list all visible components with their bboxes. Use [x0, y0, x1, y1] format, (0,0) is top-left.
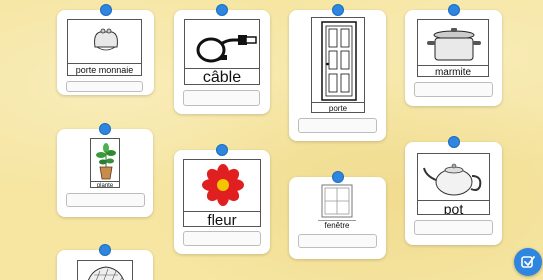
purse-icon	[94, 28, 118, 51]
answer-field[interactable]	[298, 118, 377, 133]
pin-icon	[216, 144, 228, 156]
card-porte[interactable]: porte	[289, 4, 386, 141]
pin-icon	[99, 4, 112, 16]
card-word: fleur	[184, 211, 260, 226]
plant-icon	[96, 143, 116, 180]
picture-frame: pot	[417, 153, 490, 215]
pattern-icon	[88, 266, 124, 280]
card-fenetre[interactable]: fenêtre	[289, 171, 386, 259]
picture-frame: porte	[311, 17, 365, 113]
door-icon	[321, 21, 357, 101]
card-word: porte	[312, 102, 364, 112]
picture-frame: fleur	[183, 159, 261, 227]
cable-icon	[196, 35, 257, 63]
card-word: câble	[185, 68, 259, 84]
picture-frame: plante	[90, 138, 120, 188]
card-pot[interactable]: pot	[405, 136, 502, 245]
card-cable[interactable]: câble	[174, 4, 270, 114]
answer-field[interactable]	[183, 231, 261, 246]
pin-icon	[447, 4, 460, 16]
check-icon	[521, 256, 535, 268]
picture-frame: porte monnaie	[67, 19, 142, 76]
card-word: fenêtre	[318, 220, 356, 229]
card-partial[interactable]	[57, 244, 153, 280]
card-word: porte monnaie	[68, 63, 141, 75]
pin-icon	[99, 244, 111, 256]
card-word: marmite	[418, 65, 488, 76]
answer-field[interactable]	[66, 193, 145, 207]
card-marmite[interactable]: marmite	[405, 4, 502, 106]
pin-icon	[447, 136, 460, 148]
answer-field[interactable]	[414, 82, 493, 97]
card-porte-monnaie[interactable]: porte monnaie	[57, 4, 154, 95]
card-plante[interactable]: plante	[57, 123, 153, 217]
pin-icon	[216, 4, 228, 16]
card-fleur[interactable]: fleur	[174, 144, 270, 254]
check-button[interactable]	[514, 248, 542, 276]
pin-icon	[99, 123, 111, 135]
pin-icon	[331, 171, 344, 183]
pot-icon	[427, 28, 481, 61]
picture-frame: fenêtre	[318, 183, 356, 229]
card-word: pot	[418, 200, 489, 214]
window-icon	[321, 184, 353, 218]
picture-frame: marmite	[417, 19, 489, 77]
answer-field[interactable]	[66, 81, 143, 92]
picture-frame: câble	[184, 19, 260, 85]
answer-field[interactable]	[414, 220, 493, 235]
teapot-icon	[423, 163, 482, 196]
card-word: plante	[91, 181, 119, 187]
flower-icon	[202, 164, 244, 206]
picture-frame	[77, 260, 133, 280]
pin-icon	[331, 4, 344, 16]
answer-field[interactable]	[298, 234, 377, 248]
answer-field[interactable]	[183, 90, 260, 106]
